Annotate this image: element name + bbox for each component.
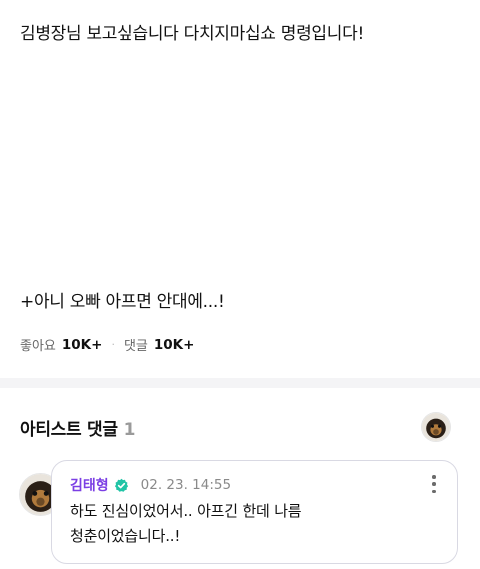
comment-author[interactable]: 김태형 [70,475,109,495]
post-text-line-1: 김병장님 보고싶습니다 다치지마십쇼 명령입니다! [20,24,364,44]
likes-label[interactable]: 좋아요 [20,335,56,354]
comment-timestamp: 02. 23. 14:55 [140,477,232,493]
post-text-line-2: +아니 오빠 아프면 안대에...! [20,292,225,312]
artist-avatar-small[interactable] [421,412,451,442]
verified-badge-icon [114,478,129,493]
comment-header: 김태형 02. 23. 14:55 [70,475,231,495]
artist-comments-title: 아티스트 댓글 [20,420,118,440]
artist-comments-count: 1 [123,420,136,440]
comment-text-line-1: 하도 진심이었어서.. 아프긴 한데 나름 [70,502,302,520]
comment-bubble: 김태형 02. 23. 14:55 하도 진심이었어서.. 아프긴 한데 나름 … [51,460,458,564]
more-vertical-icon[interactable] [431,475,437,493]
likes-count: 10K+ [61,336,103,353]
section-divider [0,378,480,388]
post-stats: 좋아요 10K+ · 댓글 10K+ [20,335,195,355]
comments-count: 10K+ [153,336,195,353]
artist-comments-header: 아티스트 댓글 1 [20,415,135,440]
comment-text-line-2: 청춘이었습니다..! [70,527,181,545]
stats-separator: · [111,338,115,351]
comment-text: 하도 진심이었어서.. 아프긴 한데 나름 청춘이었습니다..! [70,499,430,549]
comments-label[interactable]: 댓글 [124,335,148,354]
